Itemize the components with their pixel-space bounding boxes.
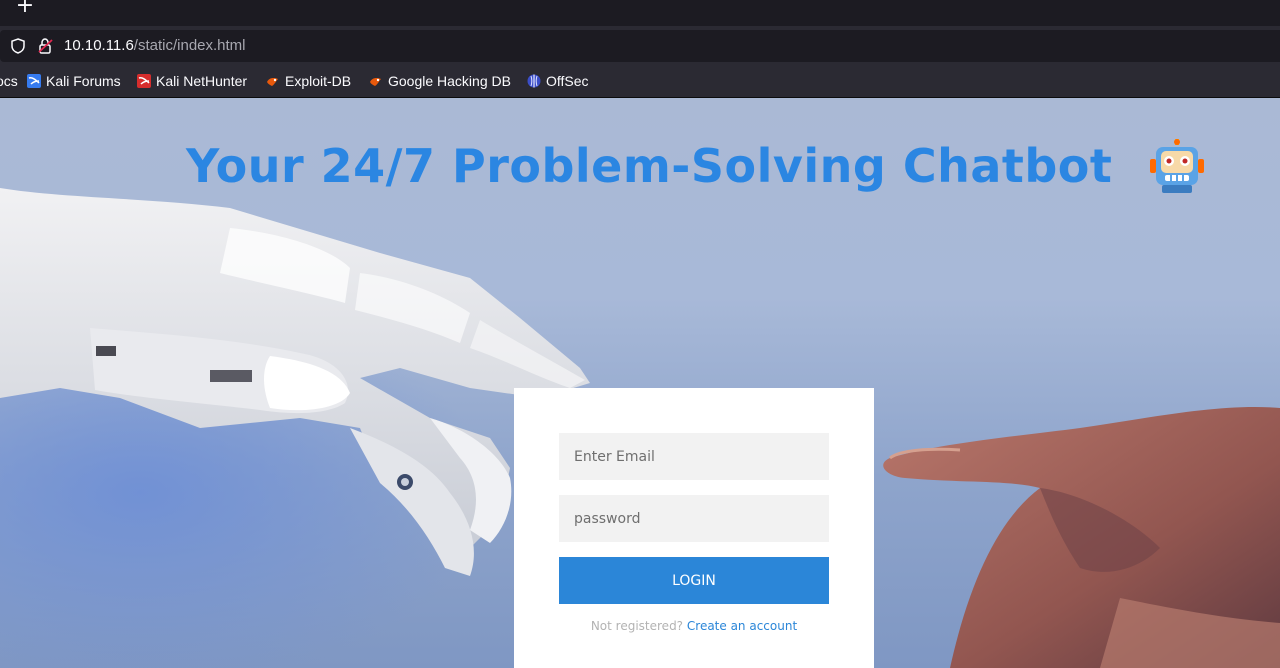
browser-toolbar: 10.10.11.6/static/index.html <box>0 26 1280 66</box>
login-form: LOGIN Not registered? Create an account <box>514 388 874 668</box>
create-account-link[interactable]: Create an account <box>687 619 797 633</box>
bookmark-kali-nethunter[interactable]: Kali NetHunter <box>137 66 247 97</box>
url-path: /static/index.html <box>133 37 246 54</box>
bookmarks-toolbar: ocs Kali Forums Kali NetHunter Exploit-D… <box>0 66 1280 98</box>
signup-prompt: Not registered? Create an account <box>514 619 874 633</box>
exploit-db-icon <box>370 78 381 86</box>
signup-prompt-text: Not registered? <box>590 619 684 633</box>
shield-icon[interactable] <box>10 38 26 54</box>
bookmark-google-hacking-db[interactable]: Google Hacking DB <box>369 66 511 97</box>
page-title: Your 24/7 Problem-Solving Chatbot <box>186 139 1113 193</box>
insecure-lock-icon[interactable] <box>37 37 55 55</box>
bookmark-exploit-db[interactable]: Exploit-DB <box>266 66 351 97</box>
robot-emoji-icon <box>1150 139 1204 193</box>
bookmark-label: Kali Forums <box>46 73 121 89</box>
bookmark-offsec[interactable]: OffSec <box>527 66 589 97</box>
bookmark-label: Exploit-DB <box>285 73 352 89</box>
bookmark-kali-forums[interactable]: Kali Forums <box>27 66 121 97</box>
bookmark-label: OffSec <box>546 73 589 89</box>
bookmark-label: Google Hacking DB <box>388 73 511 89</box>
kali-forums-icon <box>27 74 41 88</box>
new-tab-button[interactable]: + <box>14 0 36 19</box>
bookmark-docs[interactable]: ocs <box>0 66 18 97</box>
tab-strip: + <box>0 0 1280 26</box>
email-input[interactable] <box>559 433 829 480</box>
kali-nethunter-icon <box>137 74 151 88</box>
login-button[interactable]: LOGIN <box>559 557 829 604</box>
bookmark-label: Kali NetHunter <box>156 73 248 89</box>
offsec-icon <box>527 74 541 88</box>
page-viewport: Your 24/7 Problem-Solving Chatbot LOGIN … <box>0 98 1280 668</box>
url-host: 10.10.11.6 <box>64 37 134 54</box>
password-input[interactable] <box>559 495 829 542</box>
exploit-db-icon <box>267 78 278 86</box>
address-bar[interactable]: 10.10.11.6/static/index.html <box>0 30 1280 62</box>
url-text[interactable]: 10.10.11.6/static/index.html <box>64 30 246 62</box>
bookmark-label: ocs <box>0 73 18 89</box>
